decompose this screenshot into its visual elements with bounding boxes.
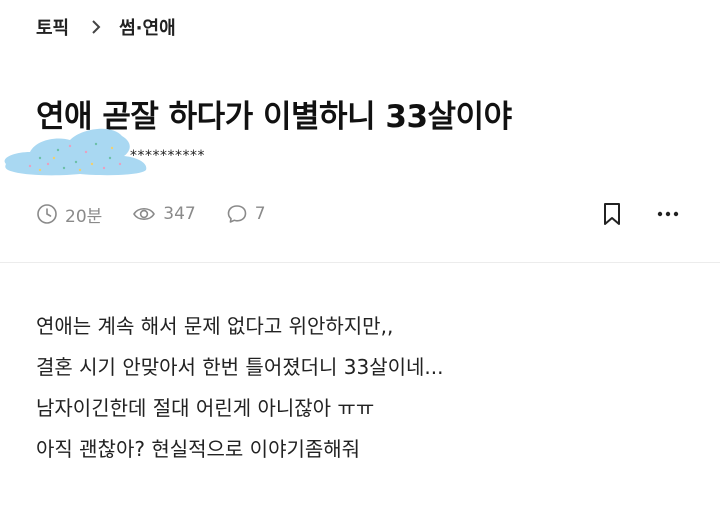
comment-count[interactable]: 7 bbox=[226, 203, 266, 225]
post-actions bbox=[598, 200, 682, 228]
post-body-line: 아직 괜찮아? 현실적으로 이야기좀해줘 bbox=[36, 437, 361, 461]
bookmark-icon bbox=[604, 203, 620, 225]
chevron-right-icon bbox=[91, 19, 101, 35]
divider bbox=[0, 262, 720, 263]
author-name[interactable]: ********** bbox=[130, 148, 205, 164]
breadcrumb-topic-link[interactable]: 토픽 bbox=[36, 14, 69, 40]
view-count: 347 bbox=[132, 203, 196, 225]
bookmark-button[interactable] bbox=[598, 200, 626, 228]
eye-icon bbox=[133, 207, 156, 221]
post-body: 연애는 계속 해서 문제 없다고 위안하지만,, 결혼 시기 안맞아서 한번 틀… bbox=[36, 306, 696, 470]
elapsed-time: 20분 bbox=[36, 202, 102, 227]
breadcrumb-category-link[interactable]: 썸·연애 bbox=[119, 14, 176, 40]
view-count-text: 347 bbox=[163, 204, 196, 224]
comment-count-text: 7 bbox=[254, 204, 266, 224]
comment-icon bbox=[227, 205, 247, 223]
more-options-button[interactable] bbox=[654, 200, 682, 228]
post-body-line: 연애는 계속 해서 문제 없다고 위안하지만,, bbox=[36, 314, 394, 338]
more-horizontal-icon bbox=[657, 211, 679, 217]
post-body-line: 남자이긴한데 절대 어린게 아니잖아 ㅠㅠ bbox=[36, 396, 375, 420]
post-body-line: 결혼 시기 안맞아서 한번 틀어졌더니 33살이네... bbox=[36, 355, 444, 379]
breadcrumb: 토픽 썸·연애 bbox=[36, 14, 176, 40]
post-meta: 20분 347 7 bbox=[36, 200, 296, 228]
clock-icon bbox=[37, 204, 57, 224]
author-row: ********** bbox=[0, 118, 260, 182]
elapsed-time-text: 20분 bbox=[65, 206, 103, 227]
